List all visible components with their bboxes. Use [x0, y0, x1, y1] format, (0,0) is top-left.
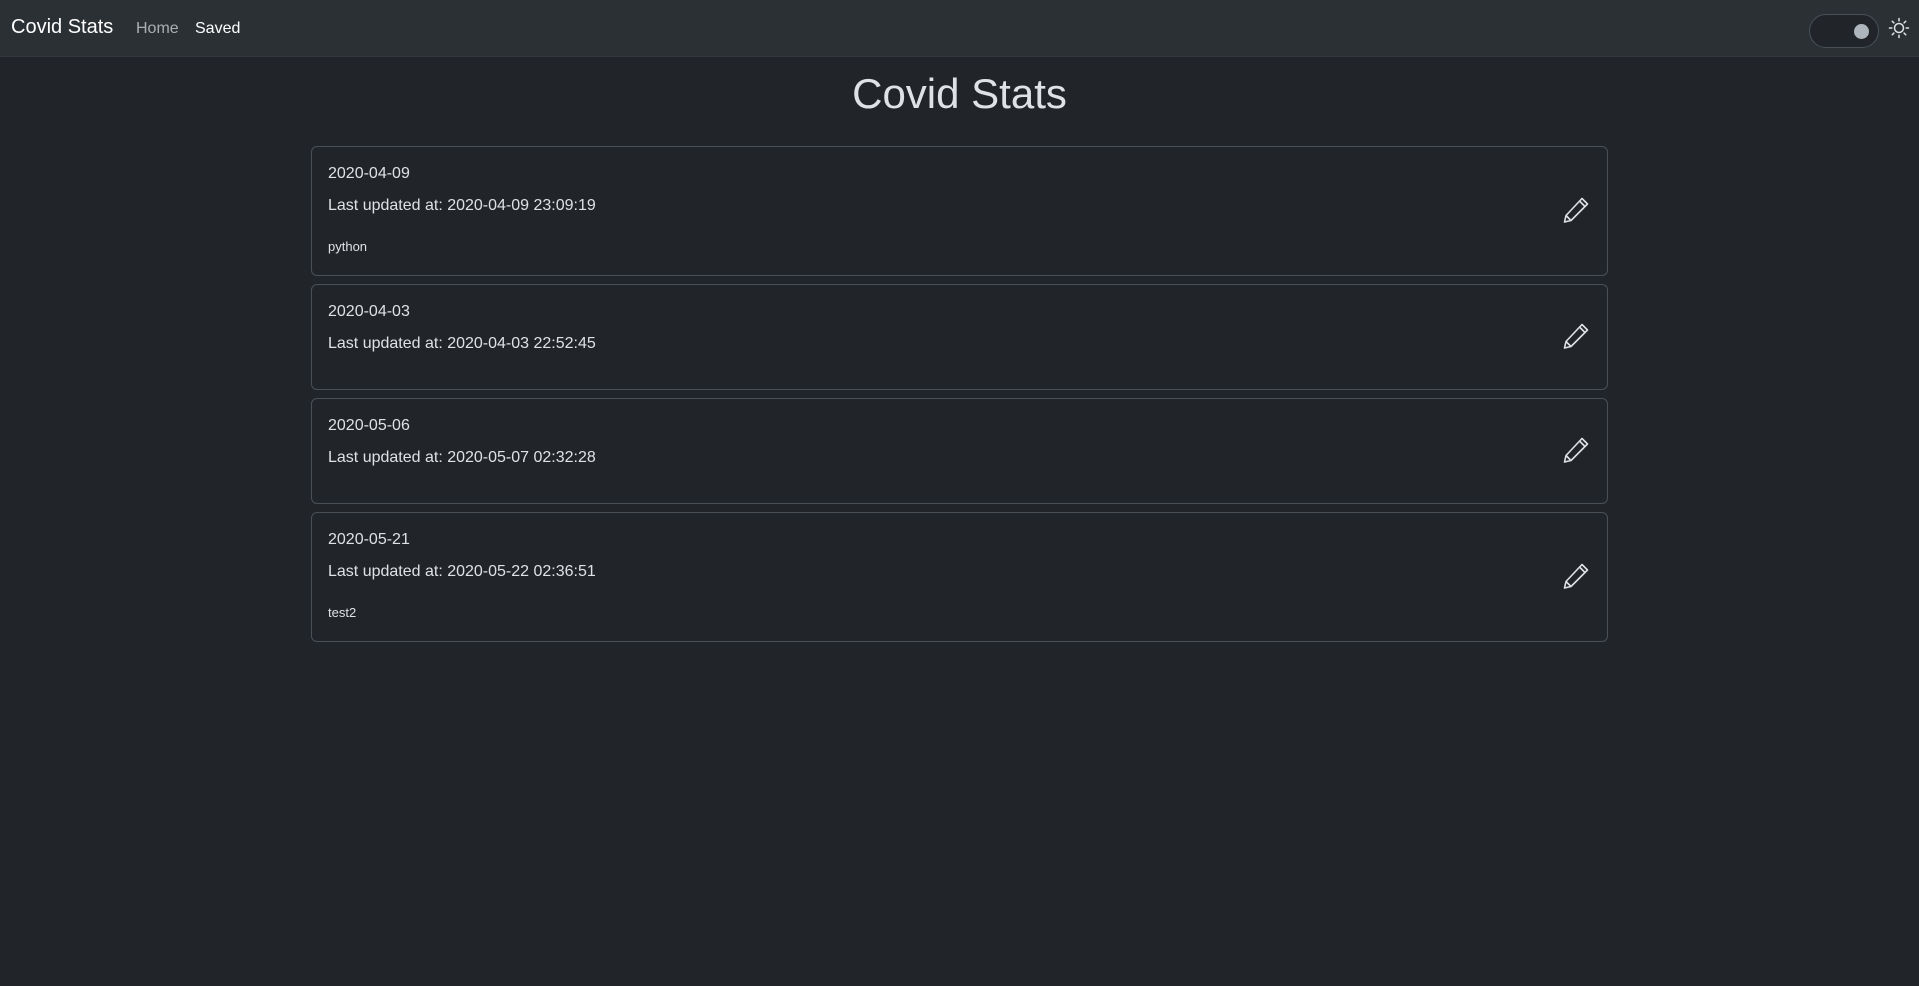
saved-stat-card: 2020-05-06 Last updated at: 2020-05-07 0…: [311, 398, 1608, 504]
card-date: 2020-04-03: [328, 303, 410, 320]
card-date: 2020-04-09: [328, 165, 410, 182]
pencil-icon: [1563, 437, 1589, 463]
saved-stat-card: 2020-04-09 Last updated at: 2020-04-09 2…: [311, 146, 1608, 276]
card-last-updated: Last updated at: 2020-04-03 22:52:45: [328, 335, 596, 352]
card-last-updated: Last updated at: 2020-04-09 23:09:19: [328, 197, 596, 214]
pencil-icon: [1563, 563, 1589, 589]
saved-stat-card: 2020-04-03 Last updated at: 2020-04-03 2…: [311, 284, 1608, 390]
pencil-icon: [1563, 323, 1589, 349]
edit-button[interactable]: [1559, 433, 1593, 467]
nav-link-saved[interactable]: Saved: [195, 20, 240, 38]
edit-button[interactable]: [1559, 319, 1593, 353]
pencil-icon: [1563, 197, 1589, 223]
saved-stat-card: 2020-05-21 Last updated at: 2020-05-22 0…: [311, 512, 1608, 642]
nav-link-home[interactable]: Home: [136, 20, 179, 38]
edit-button[interactable]: [1559, 193, 1593, 227]
edit-button[interactable]: [1559, 559, 1593, 593]
card-note: python: [328, 239, 368, 254]
theme-toggle-switch[interactable]: [1809, 14, 1879, 48]
card-note: test2: [328, 605, 357, 620]
card-date: 2020-05-21: [328, 531, 410, 548]
sun-icon: [1888, 17, 1910, 39]
card-date: 2020-05-06: [328, 417, 410, 434]
card-last-updated: Last updated at: 2020-05-22 02:36:51: [328, 563, 596, 580]
toggle-knob: [1854, 24, 1869, 39]
navbar-brand[interactable]: Covid Stats: [11, 16, 113, 39]
card-last-updated: Last updated at: 2020-05-07 02:32:28: [328, 449, 596, 466]
page-title: Covid Stats: [852, 70, 1067, 117]
navbar: Covid Stats Home Saved: [0, 0, 1919, 57]
